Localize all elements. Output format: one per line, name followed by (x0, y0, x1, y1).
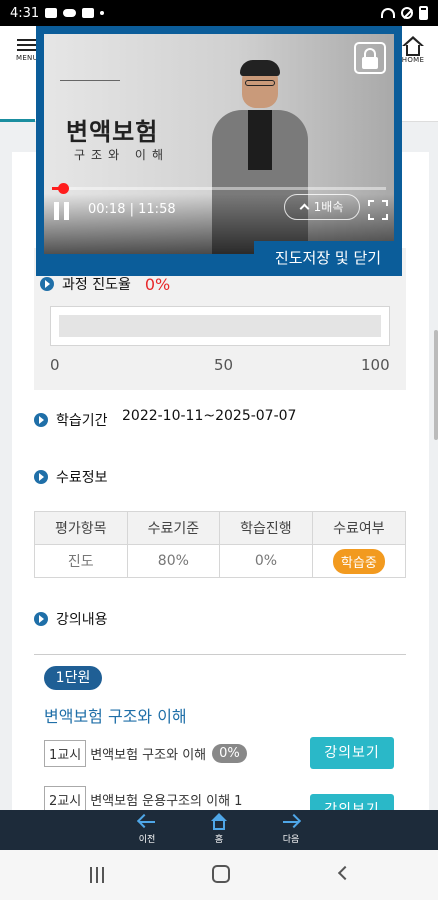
divider (34, 654, 406, 655)
completion-table: 평가항목 수료기준 학습진행 수료여부 진도 80% 0% 학습중 (34, 511, 407, 578)
speed-label: 1배속 (313, 200, 344, 214)
system-home-icon[interactable] (212, 865, 230, 883)
bullet-arrow-icon (40, 277, 54, 291)
arrow-right-icon (281, 813, 302, 831)
fullscreen-icon[interactable] (368, 200, 388, 220)
pause-button[interactable] (54, 202, 70, 220)
calendar-icon (82, 8, 95, 18)
progress-section-title: 과정 진도율 0% (40, 274, 170, 294)
video-player-frame: 변액보험 구조와 이해 00:18 | 11:58 1배속 (36, 26, 402, 276)
prev-label: 이전 (138, 835, 156, 845)
home-icon (210, 813, 228, 831)
slide-subtitle: 구조와 이해 (74, 148, 170, 162)
pause-icon (54, 202, 59, 220)
lecture-label: 강의내용 (56, 612, 108, 628)
lecture-section-title: 강의내용 (34, 609, 108, 629)
unit-title: 변액보험 구조와 이해 (44, 707, 187, 726)
lesson-progress-badge: 0% (212, 744, 247, 763)
lesson-number: 2교시 (44, 786, 87, 813)
progress-value: 0% (144, 274, 171, 294)
scale-min: 0 (50, 356, 60, 374)
nav-home-button[interactable]: 홈 (199, 813, 239, 845)
completion-label: 수료정보 (56, 470, 108, 486)
scale-max: 100 (361, 356, 390, 374)
nav-home-label: 홈 (214, 835, 224, 845)
seek-bar[interactable] (52, 183, 386, 194)
do-not-disturb-icon (401, 7, 413, 19)
next-label: 다음 (282, 835, 300, 845)
slide-rule (60, 80, 120, 81)
table-header: 수료기준 (126, 511, 221, 545)
lock-icon[interactable] (354, 42, 386, 74)
table-header: 평가항목 (34, 511, 128, 545)
next-button[interactable]: 다음 (271, 813, 311, 845)
duration: 11:58 (138, 202, 176, 217)
status-time: 4:31 (10, 5, 40, 21)
system-nav-bar (0, 850, 438, 900)
home-icon (402, 36, 424, 56)
completion-section-title: 수료정보 (34, 467, 108, 487)
bullet-arrow-icon (34, 612, 48, 626)
table-cell-progress: 0% (219, 544, 313, 578)
period-section-title: 학습기간 (34, 410, 108, 430)
bullet-arrow-icon (34, 470, 48, 484)
lesson-title: 변액보험 운용구조의 이해 1 (90, 794, 243, 809)
gallery-icon (45, 8, 58, 18)
table-cell-item: 진도 (34, 544, 128, 578)
status-badge: 학습중 (332, 548, 385, 574)
playback-speed-button[interactable]: 1배속 (284, 194, 360, 220)
status-bar: 4:31 (0, 0, 438, 26)
time-separator: | (129, 202, 134, 217)
back-icon[interactable] (337, 865, 353, 881)
chevron-up-icon (299, 203, 310, 214)
table-cell-criteria: 80% (126, 544, 221, 578)
bullet-arrow-icon (34, 413, 48, 427)
period-label: 학습기간 (56, 413, 108, 429)
table-row: 진도 80% 0% 학습중 (34, 544, 407, 578)
current-time: 00:18 (88, 202, 126, 217)
recents-icon[interactable] (90, 867, 106, 883)
save-and-close-button[interactable]: 진도저장 및 닫기 (254, 241, 402, 276)
progress-label: 과정 진도율 (62, 277, 131, 293)
notification-dot-icon (100, 11, 105, 15)
prev-button[interactable]: 이전 (127, 813, 167, 845)
lesson-item: 1교시 변액보험 구조와 이해 0% (44, 740, 247, 767)
table-header: 수료여부 (311, 511, 407, 545)
unit-badge: 1단원 (44, 666, 102, 690)
bottom-nav: 이전 홈 다음 (0, 810, 438, 850)
battery-icon (419, 6, 428, 20)
table-header-row: 평가항목 수료기준 학습진행 수료여부 (34, 511, 407, 545)
table-header: 학습진행 (219, 511, 313, 545)
cloud-icon (63, 9, 77, 17)
progress-track (59, 315, 381, 337)
wifi-icon (381, 8, 395, 18)
slide-title: 변액보험 (66, 118, 159, 146)
period-value: 2022-10-11~2025-07-07 (122, 408, 297, 424)
time-display: 00:18 | 11:58 (88, 202, 176, 217)
watch-lecture-button[interactable]: 강의보기 (310, 737, 394, 769)
lesson-number: 1교시 (44, 740, 87, 767)
arrow-left-icon (136, 813, 157, 831)
table-cell-status: 학습중 (311, 544, 407, 578)
lesson-title: 변액보험 구조와 이해 (90, 748, 207, 763)
scrollbar[interactable] (434, 330, 438, 440)
lesson-item: 2교시 변액보험 운용구조의 이해 1 (44, 786, 242, 813)
video-player[interactable]: 변액보험 구조와 이해 00:18 | 11:58 1배속 (44, 34, 394, 254)
progress-bar (50, 306, 390, 346)
scale-mid: 50 (214, 356, 234, 374)
